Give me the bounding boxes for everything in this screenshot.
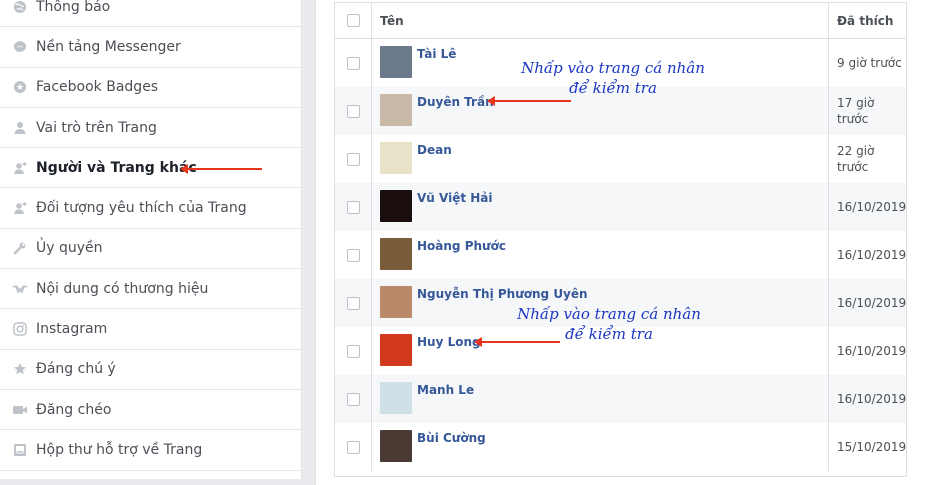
person-add-icon [12, 160, 28, 176]
globe-icon [12, 0, 28, 15]
sidebar-item-notifications[interactable]: Thông báo [0, 0, 301, 28]
sidebar-item-label: Vai trò trên Trang [36, 119, 157, 136]
table-header: Tên Đã thích [335, 3, 906, 39]
messenger-icon [12, 39, 28, 55]
profile-name-link[interactable]: Manh Le [417, 382, 474, 398]
sidebar-item-label: Nền tảng Messenger [36, 38, 181, 55]
sidebar-item-crossposting[interactable]: Đăng chéo [0, 390, 301, 431]
column-header-liked[interactable]: Đã thích [828, 3, 906, 38]
column-header-name[interactable]: Tên [371, 3, 828, 38]
annotation-note-1-line-1: Nhấp vào trang cá nhân [521, 59, 705, 77]
video-icon [12, 402, 28, 418]
liked-time: 15/10/2019 [828, 423, 906, 471]
liked-time: 16/10/2019 [828, 279, 906, 327]
sidebar-item-page-support-inbox[interactable]: Hộp thư hỗ trợ về Trang [0, 430, 301, 471]
star-icon [12, 361, 28, 377]
profile-name-link[interactable]: Huy Long [417, 334, 481, 350]
sidebar-item-label: Người và Trang khác [36, 159, 197, 176]
annotation-note-1-line-2: để kiểm tra [569, 79, 657, 97]
profile-name-link[interactable]: Bùi Cường [417, 430, 486, 446]
profile-name-link[interactable]: Vũ Việt Hải [417, 190, 493, 206]
row-checkbox[interactable] [346, 56, 360, 70]
annotation-arrow-sidebar [180, 164, 262, 174]
settings-sidebar: Thông báo Nền tảng Messenger Facebook Ba… [0, 0, 302, 479]
instagram-icon [12, 321, 28, 337]
annotation-note-2-line-1: Nhấp vào trang cá nhân [517, 305, 701, 323]
avatar[interactable] [380, 430, 412, 462]
liked-time: 16/10/2019 [828, 327, 906, 375]
sidebar-item-page-roles[interactable]: Vai trò trên Trang [0, 108, 301, 149]
table-body: Tài Lê 9 giờ trước Duyên Trần 17 giờ trước D… [335, 39, 906, 471]
sidebar-item-branded-content[interactable]: Nội dung có thương hiệu [0, 269, 301, 310]
name-cell: Bùi Cường [371, 423, 828, 471]
row-checkbox[interactable] [346, 152, 360, 166]
sidebar-item-label: Facebook Badges [36, 79, 159, 96]
sidebar-item-label: Đăng chéo [36, 401, 112, 418]
avatar[interactable] [380, 46, 412, 78]
table-row: Manh Le 16/10/2019 [335, 375, 906, 423]
profile-name-link[interactable]: Tài Lê [417, 46, 456, 62]
sidebar-item-label: Thông báo [36, 0, 111, 15]
sidebar-item-facebook-badges[interactable]: Facebook Badges [0, 68, 301, 108]
sidebar-item-label: Đối tượng yêu thích của Trang [36, 200, 247, 217]
sidebar-item-label: Đáng chú ý [36, 361, 116, 378]
name-cell: Dean [371, 135, 828, 183]
handshake-icon [12, 281, 28, 297]
liked-time: 16/10/2019 [828, 183, 906, 231]
row-checkbox[interactable] [346, 248, 360, 262]
row-checkbox[interactable] [346, 200, 360, 214]
sidebar-item-featured[interactable]: Đáng chú ý [0, 350, 301, 390]
table-row: Bùi Cường 15/10/2019 [335, 423, 906, 471]
sidebar-item-label: Ủy quyền [36, 240, 103, 257]
sidebar-item-instagram[interactable]: Instagram [0, 309, 301, 350]
annotation-note-2: Nhấp vào trang cá nhân để kiểm tra [516, 304, 702, 344]
table-row: Dean 22 giờ trước [335, 135, 906, 183]
annotation-arrow-2 [474, 337, 560, 347]
sidebar-item-label: Nội dung có thương hiệu [36, 280, 209, 297]
name-cell: Vũ Việt Hải [371, 183, 828, 231]
row-checkbox[interactable] [346, 296, 360, 310]
sidebar-item-label: Instagram [36, 321, 108, 338]
avatar[interactable] [380, 142, 412, 174]
person-add-icon [12, 200, 28, 216]
person-icon [12, 120, 28, 136]
liked-time: 16/10/2019 [828, 231, 906, 279]
name-cell: Manh Le [371, 375, 828, 423]
avatar[interactable] [380, 286, 412, 318]
liked-time: 17 giờ trước [828, 87, 906, 135]
row-checkbox[interactable] [346, 440, 360, 454]
avatar[interactable] [380, 238, 412, 270]
profile-name-link[interactable]: Dean [417, 142, 452, 158]
row-checkbox[interactable] [346, 104, 360, 118]
table-row: Hoàng Phước 16/10/2019 [335, 231, 906, 279]
liked-time: 9 giờ trước [828, 39, 906, 87]
annotation-arrow-1 [487, 96, 571, 106]
sidebar-item-messenger-platform[interactable]: Nền tảng Messenger [0, 27, 301, 68]
avatar[interactable] [380, 94, 412, 126]
wrench-icon [12, 240, 28, 256]
liked-time: 16/10/2019 [828, 375, 906, 423]
profile-name-link[interactable]: Duyên Trần [417, 94, 494, 110]
avatar[interactable] [380, 190, 412, 222]
row-checkbox[interactable] [346, 344, 360, 358]
select-all-checkbox[interactable] [346, 14, 360, 27]
profile-name-link[interactable]: Nguyễn Thị Phương Uyên [417, 286, 588, 302]
liked-time: 22 giờ trước [828, 135, 906, 183]
name-cell: Hoàng Phước [371, 231, 828, 279]
inbox-icon [12, 442, 28, 458]
annotation-note-1: Nhấp vào trang cá nhân để kiểm tra [520, 58, 706, 98]
badge-icon [12, 79, 28, 95]
table-row: Vũ Việt Hải 16/10/2019 [335, 183, 906, 231]
sidebar-item-preferred-page-audience[interactable]: Đối tượng yêu thích của Trang [0, 188, 301, 229]
avatar[interactable] [380, 382, 412, 414]
sidebar-item-label: Hộp thư hỗ trợ về Trang [36, 441, 203, 458]
row-checkbox[interactable] [346, 392, 360, 406]
profile-name-link[interactable]: Hoàng Phước [417, 238, 506, 254]
avatar[interactable] [380, 334, 412, 366]
sidebar-item-authorizations[interactable]: Ủy quyền [0, 229, 301, 270]
